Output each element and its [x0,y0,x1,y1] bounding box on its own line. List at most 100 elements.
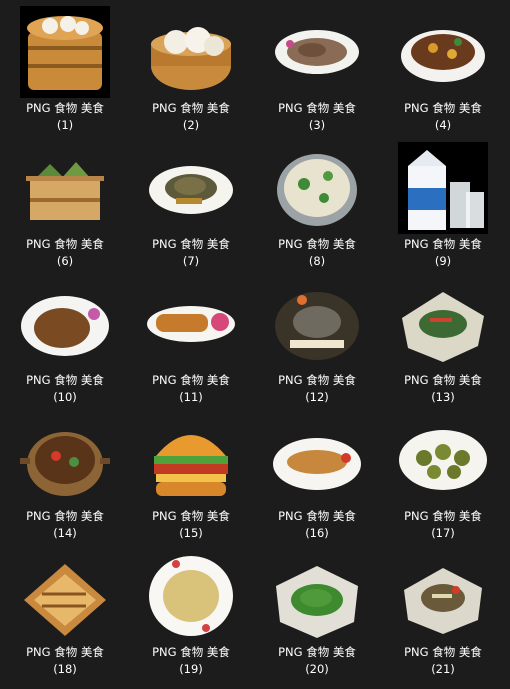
file-name-label: PNG 食物 美食 (21) [384,644,502,678]
file-name-text: PNG 食物 美食 [404,509,482,523]
file-name-text: PNG 食物 美食 [152,509,230,523]
file-name-text: PNG 食物 美食 [26,509,104,523]
file-index-text: (3) [308,118,326,132]
file-name-label: PNG 食物 美食 (13) [384,372,502,406]
file-index-text: (6) [56,254,74,268]
file-index-text: (15) [179,526,203,540]
file-index-text: (10) [53,390,77,404]
thumbnail-item[interactable]: PNG 食物 美食 (1) [6,0,132,136]
file-name-label: PNG 食物 美食 (8) [258,236,376,270]
file-name-text: PNG 食物 美食 [152,645,230,659]
thumbnail-item[interactable]: PNG 食物 美食 (10) [6,272,132,408]
file-name-label: PNG 食物 美食 (1) [6,100,124,134]
thumbnail-item[interactable]: PNG 食物 美食 (12) [258,272,384,408]
steamer-icon [20,6,110,98]
thumbnail-item[interactable]: PNG 食物 美食 (19) [132,544,258,680]
file-index-text: (17) [431,526,455,540]
thumbnail-item[interactable]: PNG 食物 美食 (20) [258,544,384,680]
soup-pot-icon [272,142,362,234]
file-name-label: PNG 食物 美食 (11) [132,372,250,406]
file-index-text: (4) [434,118,452,132]
file-name-label: PNG 食物 美食 (19) [132,644,250,678]
file-name-label: PNG 食物 美食 (10) [6,372,124,406]
thumbnail-item[interactable]: PNG 食物 美食 (6) [6,136,132,272]
file-name-label: PNG 食物 美食 (20) [258,644,376,678]
file-name-text: PNG 食物 美食 [26,237,104,251]
file-index-text: (2) [182,118,200,132]
thumbnail-item[interactable]: PNG 食物 美食 (16) [258,408,384,544]
thumbnail-grid: PNG 食物 美食 (1) PNG 食物 美食 (2) PNG 食物 美食 (3) PNG … [6,0,510,680]
file-name-label: PNG 食物 美食 (12) [258,372,376,406]
file-name-text: PNG 食物 美食 [152,101,230,115]
file-index-text: (13) [431,390,455,404]
file-name-label: PNG 食物 美食 (9) [384,236,502,270]
file-index-text: (14) [53,526,77,540]
file-browser-window: PNG 食物 美食 (1) PNG 食物 美食 (2) PNG 食物 美食 (3) PNG … [0,0,510,689]
stew-pot-icon [20,414,110,506]
bun-basket-icon [146,6,236,98]
file-name-label: PNG 食物 美食 (17) [384,508,502,542]
thumbnail-item[interactable]: PNG 食物 美食 (3) [258,0,384,136]
veggie-dish-icon [398,550,488,642]
file-name-text: PNG 食物 美食 [26,645,104,659]
thumbnail-item[interactable]: PNG 食物 美食 (21) [384,544,510,680]
thumbnail-item[interactable]: PNG 食物 美食 (11) [132,272,258,408]
thumbnail-item[interactable]: PNG 食物 美食 (8) [258,136,384,272]
thumbnail-item[interactable]: PNG 食物 美食 (13) [384,272,510,408]
file-name-label: PNG 食物 美食 (6) [6,236,124,270]
file-index-text: (19) [179,662,203,676]
zongzi-steamer-icon [20,142,110,234]
milk-carton-icon [398,142,488,234]
file-name-label: PNG 食物 美食 (3) [258,100,376,134]
file-index-text: (9) [434,254,452,268]
fish-platter-icon [272,278,362,370]
turtle-dish-icon [146,142,236,234]
thumbnail-item[interactable]: PNG 食物 美食 (17) [384,408,510,544]
thumbnail-item[interactable]: PNG 食物 美食 (2) [132,0,258,136]
file-index-text: (11) [179,390,203,404]
fried-dish-icon [20,278,110,370]
file-index-text: (7) [182,254,200,268]
file-name-text: PNG 食物 美食 [152,373,230,387]
file-name-label: PNG 食物 美食 (14) [6,508,124,542]
file-name-text: PNG 食物 美食 [278,373,356,387]
thumbnail-item[interactable]: PNG 食物 美食 (7) [132,136,258,272]
file-name-text: PNG 食物 美食 [278,645,356,659]
file-name-label: PNG 食物 美食 (2) [132,100,250,134]
file-index-text: (12) [305,390,329,404]
file-index-text: (1) [56,118,74,132]
file-index-text: (20) [305,662,329,676]
file-name-text: PNG 食物 美食 [404,101,482,115]
thumbnail-item[interactable]: PNG 食物 美食 (9) [384,136,510,272]
thumbnail-item[interactable]: PNG 食物 美食 (14) [6,408,132,544]
braised-dish-icon [398,6,488,98]
file-name-text: PNG 食物 美食 [152,237,230,251]
file-name-text: PNG 食物 美食 [26,101,104,115]
file-name-label: PNG 食物 美食 (15) [132,508,250,542]
file-name-text: PNG 食物 美食 [404,373,482,387]
thumbnail-item[interactable]: PNG 食物 美食 (4) [384,0,510,136]
file-name-label: PNG 食物 美食 (16) [258,508,376,542]
file-name-text: PNG 食物 美食 [404,645,482,659]
file-name-text: PNG 食物 美食 [278,509,356,523]
file-name-text: PNG 食物 美食 [404,237,482,251]
pastry-board-icon [20,550,110,642]
file-name-label: PNG 食物 美食 (4) [384,100,502,134]
stuffed-dish-icon [398,414,488,506]
file-index-text: (18) [53,662,77,676]
file-name-text: PNG 食物 美食 [26,373,104,387]
thumbnail-item[interactable]: PNG 食物 美食 (18) [6,544,132,680]
file-index-text: (21) [431,662,455,676]
fried-rice-icon [146,550,236,642]
file-name-text: PNG 食物 美食 [278,101,356,115]
roll-plate-icon [146,278,236,370]
thumbnail-item[interactable]: PNG 食物 美食 (15) [132,408,258,544]
file-name-label: PNG 食物 美食 (7) [132,236,250,270]
file-index-text: (8) [308,254,326,268]
meat-plate-icon [272,6,362,98]
file-name-label: PNG 食物 美食 (18) [6,644,124,678]
salad-plate-icon [398,278,488,370]
burger-icon [146,414,236,506]
fish-plate-icon [272,414,362,506]
file-name-text: PNG 食物 美食 [278,237,356,251]
